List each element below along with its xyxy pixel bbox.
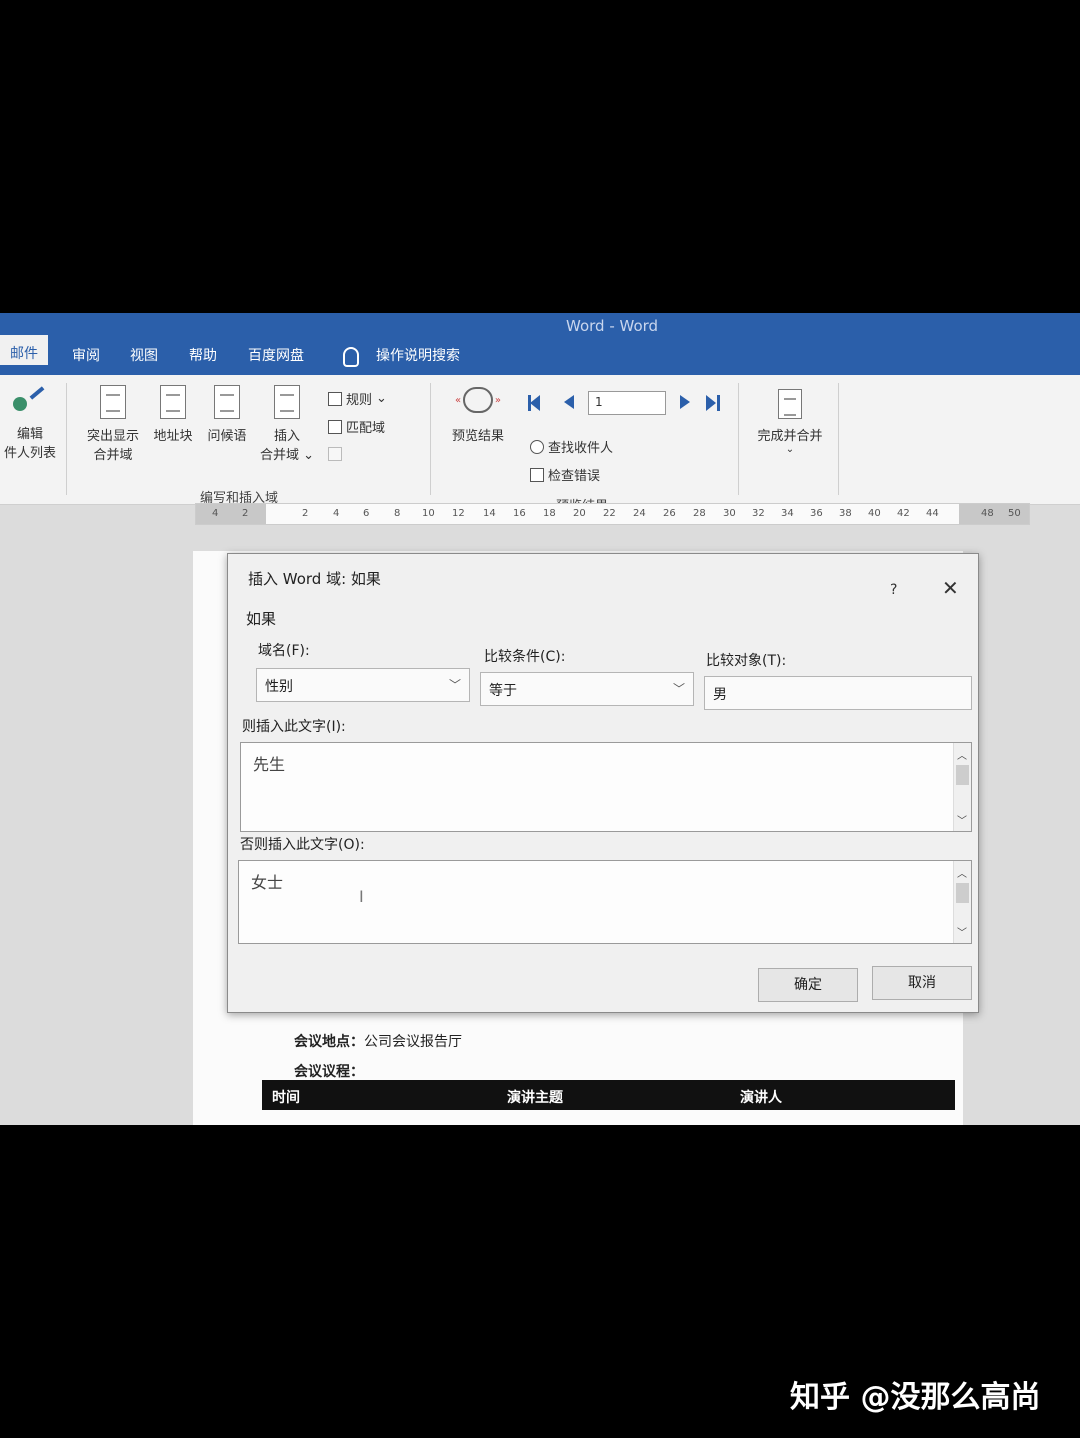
compare-condition-select[interactable]: 等于 ﹀ xyxy=(480,672,694,706)
ribbon: 编辑 件人列表 突出显示 合并域 地址块 问候语 插入 合并域 ⌄ 规则 ⌄ 匹… xyxy=(0,375,1080,520)
document-icon xyxy=(100,385,126,419)
recipients-edit-icon xyxy=(13,386,47,417)
last-record-icon[interactable] xyxy=(706,395,716,411)
record-number-input[interactable]: 1 xyxy=(588,391,666,415)
table-header-speaker: 演讲人 xyxy=(740,1090,782,1106)
chevron-down-icon: ﹀ xyxy=(448,678,461,692)
update-labels-button xyxy=(328,447,342,461)
rules-button[interactable]: 规则 ⌄ xyxy=(328,389,387,408)
separator xyxy=(66,383,67,495)
close-icon[interactable]: ✕ xyxy=(942,578,959,598)
separator xyxy=(430,383,431,495)
field-name-select[interactable]: 性别 ﹀ xyxy=(256,668,470,702)
address-block-button[interactable]: 地址块 xyxy=(148,385,198,444)
lightbulb-icon xyxy=(343,347,359,367)
app-title: Word - Word xyxy=(566,317,659,335)
chevron-down-icon[interactable]: ﹀ xyxy=(957,812,967,827)
compare-to-input[interactable]: 男 xyxy=(704,676,972,710)
first-record-icon[interactable] xyxy=(530,395,540,411)
agenda-line: 会议议程： xyxy=(294,1064,364,1080)
highlight-merge-fields-button[interactable]: 突出显示 合并域 xyxy=(80,385,146,463)
else-insert-label: 否则插入此文字(O): xyxy=(240,837,365,853)
tab-review[interactable]: 审阅 xyxy=(72,345,100,365)
zhihu-watermark: 知乎 @没那么高尚 xyxy=(790,1380,1041,1415)
update-labels-icon xyxy=(328,447,342,461)
agenda-table-header: 时间 演讲主题 演讲人 xyxy=(262,1080,955,1110)
chevron-down-icon: ⌄ xyxy=(376,391,387,406)
greeting-line-icon xyxy=(214,385,240,419)
insert-merge-field-button[interactable]: 插入 合并域 ⌄ xyxy=(254,385,320,463)
insert-field-icon xyxy=(274,385,300,419)
previous-record-icon[interactable] xyxy=(564,395,574,409)
finish-merge-icon xyxy=(778,389,802,419)
then-insert-textarea[interactable]: 先生 ︿ ﹀ xyxy=(240,742,972,832)
search-icon xyxy=(530,439,544,454)
word-screen: Word - Word 邮件 审阅 视图 帮助 百度网盘 操作说明搜索 编辑 件… xyxy=(0,313,1080,1125)
chevron-down-icon: ⌄ xyxy=(785,444,795,455)
title-bar: Word - Word 邮件 审阅 视图 帮助 百度网盘 操作说明搜索 xyxy=(0,313,1080,375)
chevron-down-icon[interactable]: ﹀ xyxy=(957,924,967,939)
match-fields-icon xyxy=(328,419,342,434)
separator xyxy=(738,383,739,495)
preview-results-button[interactable]: « » 预览结果 xyxy=(444,387,512,444)
chevron-up-icon[interactable]: ︿ xyxy=(957,865,967,880)
help-button[interactable]: ? xyxy=(890,582,897,598)
table-header-time: 时间 xyxy=(272,1090,300,1106)
rules-icon xyxy=(328,391,342,406)
first-record-bar xyxy=(528,395,531,411)
edit-recipient-list-button[interactable]: 编辑 件人列表 xyxy=(0,386,60,461)
chevron-down-icon: ⌄ xyxy=(303,448,315,463)
preview-magnifier-icon: « » xyxy=(455,387,501,413)
cancel-button[interactable]: 取消 xyxy=(872,966,972,1000)
table-header-topic: 演讲主题 xyxy=(507,1090,563,1106)
dialog-subtitle: 如果 xyxy=(246,610,277,628)
else-insert-textarea[interactable]: 女士 I ︿ ﹀ xyxy=(238,860,972,944)
horizontal-ruler[interactable]: 4 2 2 4 6 8 10 12 14 16 18 20 22 24 26 2… xyxy=(195,503,1030,525)
scrollbar[interactable]: ︿ ﹀ xyxy=(953,743,971,831)
last-record-bar xyxy=(717,395,720,411)
dialog-title: 插入 Word 域: 如果 xyxy=(248,570,381,588)
chevron-down-icon: ﹀ xyxy=(672,682,685,696)
next-record-icon[interactable] xyxy=(680,395,690,409)
finish-merge-button[interactable]: 完成并合并 ⌄ xyxy=(748,389,832,455)
scrollbar[interactable]: ︿ ﹀ xyxy=(953,861,971,943)
tab-baidu-netdisk[interactable]: 百度网盘 xyxy=(248,345,304,365)
check-errors-icon xyxy=(530,467,544,482)
compare-to-label: 比较对象(T): xyxy=(706,653,787,669)
tab-mailings[interactable]: 邮件 xyxy=(0,335,48,365)
check-errors-button[interactable]: 检查错误 xyxy=(530,465,600,484)
ok-button[interactable]: 确定 xyxy=(758,968,858,1002)
greeting-line-button[interactable]: 问候语 xyxy=(202,385,252,444)
tell-me-search[interactable]: 操作说明搜索 xyxy=(376,345,460,365)
tab-view[interactable]: 视图 xyxy=(130,345,158,365)
separator xyxy=(838,383,839,495)
meeting-place-line: 会议地点：公司会议报告厅 xyxy=(294,1034,462,1050)
find-recipient-button[interactable]: 查找收件人 xyxy=(530,437,613,456)
tab-help[interactable]: 帮助 xyxy=(189,345,217,365)
field-name-label: 域名(F): xyxy=(258,643,310,659)
text-cursor-icon: I xyxy=(359,887,364,906)
address-block-icon xyxy=(160,385,186,419)
match-fields-button[interactable]: 匹配域 xyxy=(328,417,385,436)
then-insert-label: 则插入此文字(I): xyxy=(242,719,346,735)
compare-condition-label: 比较条件(C): xyxy=(484,649,566,665)
chevron-up-icon[interactable]: ︿ xyxy=(957,747,967,762)
insert-word-field-if-dialog: 插入 Word 域: 如果 ? ✕ 如果 域名(F): 性别 ﹀ 比较条件(C)… xyxy=(227,553,979,1013)
